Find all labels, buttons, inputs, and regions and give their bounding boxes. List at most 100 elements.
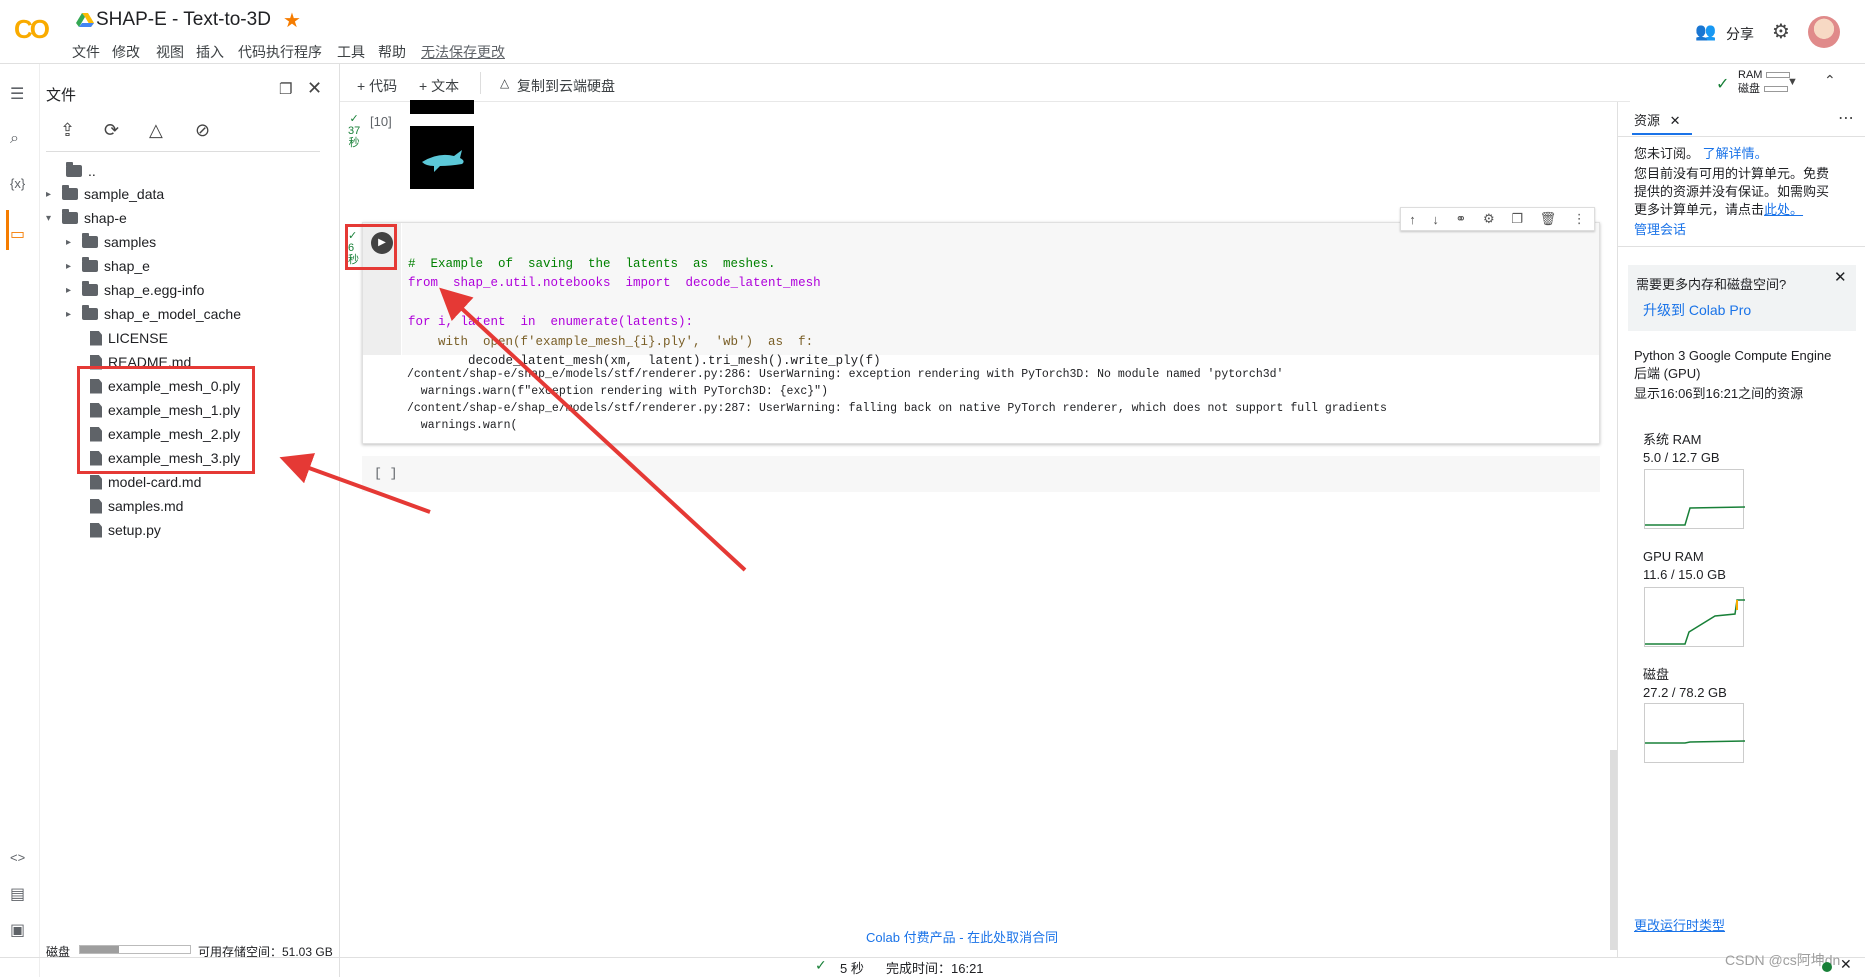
menu-file[interactable]: 文件 [72, 42, 100, 62]
metric-value-disk: 27.2 / 78.2 GB [1643, 685, 1727, 700]
refresh-folder-icon[interactable]: ⟳ [104, 120, 119, 141]
tree-item-shap-e-pkg[interactable]: ▸ shap_e [66, 255, 150, 277]
search-icon[interactable]: ⌕ [10, 130, 19, 148]
notebook-scrollbar[interactable] [1610, 750, 1617, 950]
more-vert-icon[interactable]: ⋮ [1573, 211, 1586, 227]
hide-files-icon[interactable]: ⊘ [195, 120, 210, 141]
move-down-icon[interactable]: ↓ [1432, 212, 1439, 227]
menu-insert[interactable]: 插入 [196, 42, 224, 62]
file-icon [90, 522, 102, 538]
chevron-up-icon[interactable]: ⌃ [1824, 72, 1836, 89]
here-link[interactable]: 此处。 [1764, 202, 1803, 217]
annotation-highlight-files [77, 366, 255, 474]
code-line: with open(f'example_mesh_{i}.ply', 'wb')… [408, 334, 814, 349]
close-icon[interactable]: ✕ [1840, 956, 1852, 973]
empty-code-cell[interactable] [362, 456, 1600, 492]
menu-edit[interactable]: 修改 [112, 42, 140, 62]
tree-item-egg-info[interactable]: ▸ shap_e.egg-info [66, 279, 204, 301]
tree-item-label: sample_data [84, 186, 165, 202]
delete-icon[interactable]: 🗑 [1540, 211, 1557, 227]
menu-runtime[interactable]: 代码执行程序 [238, 42, 322, 62]
tree-item-up[interactable]: .. [66, 160, 96, 182]
gpu-graph-line [1645, 599, 1745, 645]
active-indicator [6, 210, 9, 250]
avatar[interactable] [1808, 16, 1840, 48]
terminal-icon[interactable]: ▣ [10, 920, 25, 940]
file-icon [90, 498, 102, 514]
cancel-contract-link[interactable]: 在此处取消合同 [967, 930, 1058, 945]
chevron-down-icon[interactable]: ▼ [1787, 76, 1798, 88]
caret-icon[interactable]: ▾ [46, 213, 56, 224]
upsell-question: 需要更多内存和磁盘空间? [1636, 277, 1787, 292]
upload-icon[interactable]: ⇪ [60, 120, 75, 141]
menu-tools[interactable]: 工具 [337, 42, 365, 62]
add-text-button[interactable]: + 文本 [419, 76, 459, 96]
disk-label-small: 磁盘 [1738, 83, 1760, 95]
add-code-button[interactable]: + 代码 [357, 76, 397, 96]
learn-more-link[interactable]: 了解详情。 [1703, 146, 1768, 161]
compute-desc-2: 提供的资源并没有保证。如需购买 [1634, 184, 1830, 199]
caret-icon[interactable]: ▸ [66, 261, 76, 272]
compute-desc-3: 更多计算单元，请点击此处。 [1634, 201, 1803, 219]
caret-icon[interactable]: ▸ [66, 309, 76, 320]
empty-cell-prompt: [ ] [374, 466, 398, 481]
code-editor[interactable]: # Example of saving the latents as meshe… [402, 223, 1599, 368]
tree-item-license[interactable]: LICENSE [90, 327, 168, 349]
copy-to-drive-button[interactable]: 复制到云端硬盘 [517, 76, 615, 96]
tree-item-model-card[interactable]: model-card.md [90, 471, 201, 493]
unsaved-changes-link[interactable]: 无法保存更改 [421, 42, 505, 62]
notebook-title[interactable]: SHAP-E - Text-to-3D [96, 9, 271, 31]
change-runtime-link[interactable]: 更改运行时类型 [1634, 915, 1725, 934]
caret-icon[interactable]: ▸ [66, 285, 76, 296]
caret-icon[interactable]: ▸ [46, 189, 56, 200]
tree-item-model-cache[interactable]: ▸ shap_e_model_cache [66, 303, 241, 325]
cell-settings-icon[interactable]: ⚙ [1483, 211, 1495, 227]
variables-icon[interactable]: {x} [10, 176, 25, 191]
tree-item-sample-data[interactable]: ▸ sample_data [46, 183, 164, 205]
folder-icon [62, 209, 78, 224]
menu-view[interactable]: 视图 [156, 42, 184, 62]
tree-item-label: LICENSE [108, 330, 168, 346]
engine-line-2: 后端 (GPU) [1634, 366, 1701, 381]
ram-disk-indicator[interactable]: RAM 磁盘 [1738, 68, 1791, 96]
people-icon[interactable]: 👥 [1695, 22, 1716, 42]
manage-sessions-link[interactable]: 管理会话 [1634, 221, 1686, 239]
upgrade-colab-pro-link[interactable]: 升级到 Colab Pro [1643, 301, 1751, 319]
tree-item-label: shap-e [84, 210, 127, 226]
command-palette-icon[interactable]: ▤ [10, 884, 25, 904]
more-horiz-icon[interactable]: ⋯ [1838, 108, 1854, 128]
folder-up-icon [66, 162, 82, 177]
menu-help[interactable]: 帮助 [378, 42, 406, 62]
tree-item-setup[interactable]: setup.py [90, 519, 161, 541]
move-up-icon[interactable]: ↑ [1409, 212, 1416, 227]
toc-icon[interactable]: ☰ [10, 84, 24, 104]
connected-check-icon: ✓ [1716, 76, 1730, 93]
tree-item-shap-e[interactable]: ▾ shap-e [46, 207, 127, 229]
close-icon[interactable]: ✕ [1834, 268, 1847, 286]
shark-render [422, 150, 464, 172]
share-button[interactable]: 分享 [1726, 24, 1754, 44]
link-icon[interactable]: ⚭ [1456, 211, 1467, 227]
folder-icon [82, 233, 98, 248]
caret-icon[interactable]: ▸ [66, 237, 76, 248]
mirror-cell-icon[interactable]: ❐ [1511, 211, 1523, 227]
mount-drive-icon[interactable]: △ [149, 120, 163, 141]
cell-time-number: 37 [348, 125, 361, 137]
paid-products-link[interactable]: Colab 付费产品 [866, 930, 956, 945]
star-icon[interactable]: ★ [283, 8, 301, 33]
metric-value-gpu: 11.6 / 15.0 GB [1643, 567, 1726, 582]
time-range: 显示16:06到16:21之间的资源 [1634, 386, 1804, 401]
footer-promo: Colab 付费产品 - 在此处取消合同 [866, 927, 1058, 946]
close-icon[interactable]: ✕ [307, 78, 322, 99]
colab-logo[interactable]: CO [14, 14, 50, 45]
tree-item-samples-md[interactable]: samples.md [90, 495, 183, 517]
close-icon[interactable]: ✕ [1670, 113, 1681, 128]
code-snippets-icon[interactable]: <> [10, 850, 25, 865]
engine-line-1: Python 3 Google Compute Engine [1634, 348, 1832, 363]
compute-desc-1: 您目前没有可用的计算单元。免费 [1634, 166, 1830, 181]
tree-item-samples[interactable]: ▸ samples [66, 231, 156, 253]
detach-panel-icon[interactable]: ❐ [279, 80, 292, 98]
resources-tab[interactable]: 资源 ✕ [1634, 110, 1681, 129]
settings-gear-icon[interactable]: ⚙ [1772, 19, 1790, 44]
folder-icon[interactable]: ▭ [10, 224, 25, 244]
